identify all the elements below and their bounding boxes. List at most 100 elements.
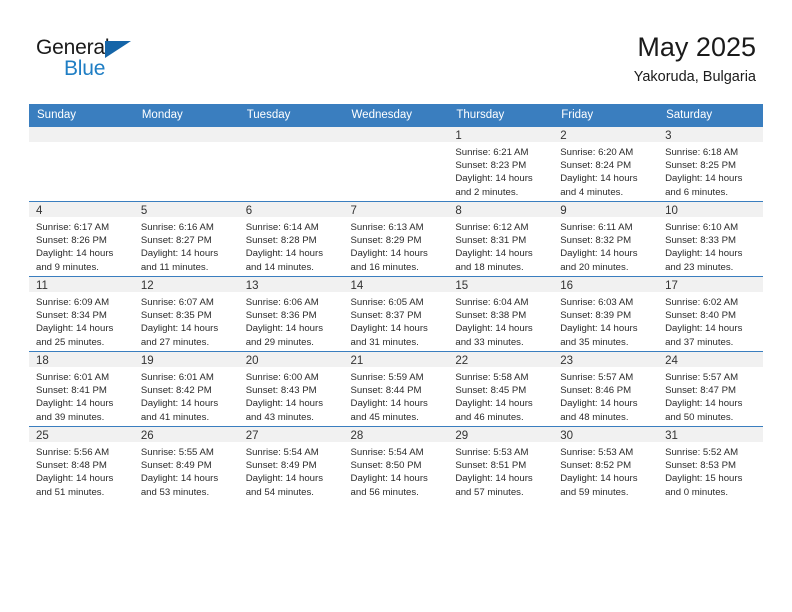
calendar-day-cell[interactable]: 14 Sunrise: 6:05 AM Sunset: 8:37 PM Dayligh… [343, 276, 449, 352]
daylight-text-line2: and 2 minutes. [455, 186, 519, 198]
sunset-text: Sunset: 8:50 PM [350, 460, 422, 472]
page-subtitle: Yakoruda, Bulgaria [633, 69, 756, 85]
daylight-text-line1: Daylight: 14 hours [140, 248, 219, 260]
day-number-band [29, 127, 134, 142]
calendar-day-cell[interactable]: 29 Sunrise: 5:53 AM Sunset: 8:51 PM Dayligh… [448, 426, 554, 501]
sunset-text: Sunset: 8:49 PM [140, 460, 212, 472]
calendar-day-cell[interactable]: 26 Sunrise: 5:55 AM Sunset: 8:49 PM Dayligh… [133, 426, 239, 501]
day-number-band [133, 127, 239, 142]
sunset-text: Sunset: 8:39 PM [560, 310, 632, 322]
daylight-text-line1: Daylight: 14 hours [36, 248, 114, 260]
calendar-day-cell[interactable]: 31 Sunrise: 5:52 AM Sunset: 8:53 PM Dayligh… [658, 426, 763, 501]
daylight-text-line1: Daylight: 14 hours [140, 323, 219, 335]
sunrise-text: Sunrise: 6:11 AM [560, 222, 633, 233]
sunset-text: Sunset: 8:42 PM [140, 385, 212, 397]
daylight-text-line2: and 54 minutes. [245, 486, 314, 498]
daylight-text-line1: Daylight: 14 hours [245, 323, 324, 335]
day-number: 17 [658, 277, 763, 292]
calendar-day-cell[interactable]: 15 Sunrise: 6:04 AM Sunset: 8:38 PM Dayligh… [448, 276, 554, 352]
calendar-day-cell[interactable]: 21 Sunrise: 5:59 AM Sunset: 8:44 PM Dayligh… [343, 351, 449, 427]
day-details: Sunrise: 6:11 AM Sunset: 8:32 PM Daylight:… [553, 217, 658, 274]
daylight-text-line2: and 16 minutes. [350, 261, 419, 273]
day-number: 26 [133, 427, 239, 442]
day-details: Sunrise: 6:17 AM Sunset: 8:26 PM Daylight:… [29, 217, 134, 274]
calendar-day-cell[interactable]: 18 Sunrise: 6:01 AM Sunset: 8:41 PM Dayligh… [29, 351, 134, 427]
sunrise-text: Sunrise: 6:18 AM [665, 147, 739, 158]
day-number: 29 [448, 427, 554, 442]
sunset-text: Sunset: 8:47 PM [665, 385, 736, 397]
calendar-day-cell[interactable]: 4 Sunrise: 6:17 AM Sunset: 8:26 PM Daylight… [29, 201, 134, 277]
day-details: Sunrise: 5:52 AM Sunset: 8:53 PM Daylight:… [658, 442, 763, 499]
sunrise-text: Sunrise: 5:54 AM [350, 447, 424, 458]
calendar-day-cell[interactable]: 23 Sunrise: 5:57 AM Sunset: 8:46 PM Dayligh… [553, 351, 659, 427]
calendar-day-cell[interactable]: 25 Sunrise: 5:56 AM Sunset: 8:48 PM Dayligh… [29, 426, 134, 501]
calendar-day-cell[interactable]: 1 Sunrise: 6:21 AM Sunset: 8:23 PM Daylight… [448, 126, 554, 202]
calendar-day-cell[interactable]: 6 Sunrise: 6:14 AM Sunset: 8:28 PM Daylight… [238, 201, 344, 277]
day-number: 25 [29, 427, 134, 442]
calendar-day-cell[interactable]: 13 Sunrise: 6:06 AM Sunset: 8:36 PM Dayligh… [238, 276, 344, 352]
calendar-day-cell[interactable]: 12 Sunrise: 6:07 AM Sunset: 8:35 PM Dayligh… [133, 276, 239, 352]
calendar-day-cell[interactable]: 24 Sunrise: 5:57 AM Sunset: 8:47 PM Dayligh… [658, 351, 763, 427]
daylight-text-line2: and 50 minutes. [665, 411, 734, 423]
daylight-text-line2: and 29 minutes. [245, 336, 314, 348]
daylight-text-line2: and 51 minutes. [36, 486, 105, 498]
day-details: Sunrise: 6:01 AM Sunset: 8:42 PM Daylight:… [134, 367, 239, 424]
day-details: Sunrise: 5:54 AM Sunset: 8:50 PM Daylight:… [344, 442, 449, 499]
sunset-text: Sunset: 8:35 PM [140, 310, 212, 322]
day-details: Sunrise: 6:09 AM Sunset: 8:34 PM Daylight:… [29, 292, 134, 349]
daylight-text-line1: Daylight: 14 hours [350, 248, 428, 260]
calendar-cell-empty [238, 126, 344, 202]
calendar-day-cell[interactable]: 2 Sunrise: 6:20 AM Sunset: 8:24 PM Daylight… [553, 126, 659, 202]
calendar-day-cell[interactable]: 9 Sunrise: 6:11 AM Sunset: 8:32 PM Daylight… [553, 201, 659, 277]
calendar-day-cell[interactable]: 19 Sunrise: 6:01 AM Sunset: 8:42 PM Dayligh… [133, 351, 239, 427]
weekday-header-thursday: Thursday [448, 104, 554, 127]
sunrise-text: Sunrise: 6:03 AM [560, 297, 634, 308]
day-details: Sunrise: 6:04 AM Sunset: 8:38 PM Daylight:… [448, 292, 553, 349]
day-details: Sunrise: 5:59 AM Sunset: 8:44 PM Daylight:… [344, 367, 449, 424]
calendar-day-cell[interactable]: 11 Sunrise: 6:09 AM Sunset: 8:34 PM Dayligh… [29, 276, 134, 352]
daylight-text-line1: Daylight: 14 hours [245, 398, 324, 410]
sunset-text: Sunset: 8:32 PM [560, 235, 632, 247]
sunset-text: Sunset: 8:33 PM [665, 235, 736, 247]
daylight-text-line2: and 41 minutes. [140, 411, 210, 423]
calendar-day-cell[interactable]: 7 Sunrise: 6:13 AM Sunset: 8:29 PM Daylight… [343, 201, 449, 277]
daylight-text-line2: and 45 minutes. [350, 411, 419, 423]
sunrise-text: Sunrise: 5:59 AM [350, 372, 424, 383]
sunset-text: Sunset: 8:52 PM [560, 460, 632, 472]
sunrise-text: Sunrise: 5:52 AM [665, 447, 739, 458]
calendar-day-cell[interactable]: 20 Sunrise: 6:00 AM Sunset: 8:43 PM Dayligh… [238, 351, 344, 427]
daylight-text-line1: Daylight: 14 hours [560, 248, 638, 260]
calendar-day-cell[interactable]: 16 Sunrise: 6:03 AM Sunset: 8:39 PM Dayligh… [553, 276, 659, 352]
day-number: 10 [658, 202, 763, 217]
daylight-text-line2: and 53 minutes. [140, 486, 210, 498]
sunrise-text: Sunrise: 6:04 AM [455, 297, 529, 308]
day-number: 1 [448, 127, 554, 142]
daylight-text-line2: and 11 minutes. [140, 261, 209, 273]
calendar-day-cell[interactable]: 30 Sunrise: 5:53 AM Sunset: 8:52 PM Dayligh… [553, 426, 659, 501]
sunrise-text: Sunrise: 5:57 AM [665, 372, 739, 383]
calendar-day-cell[interactable]: 5 Sunrise: 6:16 AM Sunset: 8:27 PM Daylight… [133, 201, 239, 277]
calendar-page: General Blue May 2025 Yakoruda, Bulgaria… [0, 0, 792, 612]
calendar-day-cell[interactable]: 22 Sunrise: 5:58 AM Sunset: 8:45 PM Dayligh… [448, 351, 554, 427]
calendar-day-cell[interactable]: 10 Sunrise: 6:10 AM Sunset: 8:33 PM Dayligh… [658, 201, 763, 277]
day-number: 20 [238, 352, 344, 367]
day-number: 21 [343, 352, 449, 367]
sunset-text: Sunset: 8:34 PM [36, 310, 107, 322]
calendar-cell-empty [343, 126, 449, 202]
daylight-text-line2: and 46 minutes. [455, 411, 524, 423]
sunrise-text: Sunrise: 6:12 AM [455, 222, 529, 233]
general-blue-logo[interactable]: General Blue [36, 36, 156, 82]
daylight-text-line2: and 59 minutes. [560, 486, 629, 498]
day-number: 27 [238, 427, 344, 442]
sunrise-text: Sunrise: 5:53 AM [455, 447, 529, 458]
calendar-day-cell[interactable]: 3 Sunrise: 6:18 AM Sunset: 8:25 PM Daylight… [658, 126, 763, 202]
calendar-day-cell[interactable]: 27 Sunrise: 5:54 AM Sunset: 8:49 PM Dayligh… [238, 426, 344, 501]
calendar-day-cell[interactable]: 28 Sunrise: 5:54 AM Sunset: 8:50 PM Dayligh… [343, 426, 449, 501]
calendar-day-cell[interactable]: 17 Sunrise: 6:02 AM Sunset: 8:40 PM Dayligh… [658, 276, 763, 352]
daylight-text-line2: and 23 minutes. [665, 261, 734, 273]
daylight-text-line2: and 31 minutes. [350, 336, 419, 348]
daylight-text-line1: Daylight: 14 hours [560, 173, 638, 185]
title-block: May 2025 Yakoruda, Bulgaria [634, 30, 756, 88]
calendar-day-cell[interactable]: 8 Sunrise: 6:12 AM Sunset: 8:31 PM Daylight… [448, 201, 554, 277]
calendar-week-row: 18 Sunrise: 6:01 AM Sunset: 8:41 PM Dayligh… [29, 351, 763, 427]
